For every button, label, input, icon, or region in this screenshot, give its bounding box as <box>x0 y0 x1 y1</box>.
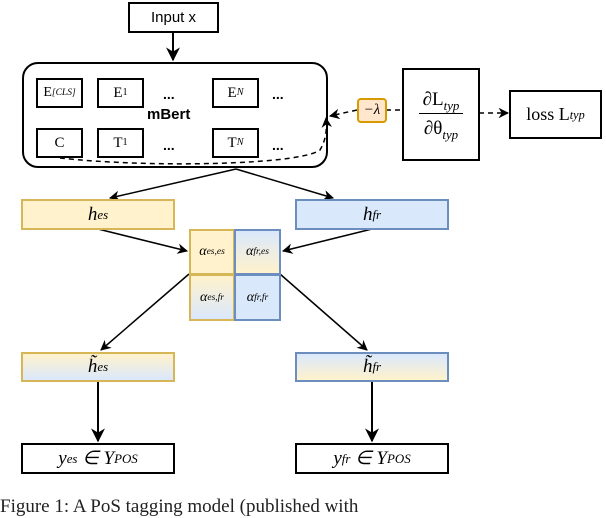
derivative-numerator: ∂Ltyp <box>418 89 464 114</box>
dashed-arrow-lambda-to-mbert <box>328 108 358 120</box>
mbert-label: mBert <box>147 106 191 123</box>
token-e-n: EN <box>212 78 259 108</box>
figure-caption: Figure 1: A PoS tagging model (published… <box>0 496 359 517</box>
output-fr-box: y fr ∈ Y POS <box>295 443 449 474</box>
attention-cell-es-fr: α es,fr <box>189 274 235 321</box>
arrow-h-fr-to-attention <box>281 228 373 254</box>
gradient-derivative-box: ∂Ltyp ∂θtyp <box>402 68 480 161</box>
ellipsis: ... <box>272 137 284 153</box>
hidden-es-box: h es <box>21 199 175 230</box>
arrow-mbert-to-h-es <box>108 168 237 201</box>
attention-cell-fr-es: α fr,es <box>234 229 281 275</box>
ellipsis: ... <box>272 86 284 102</box>
attended-fr-box: h̃ fr <box>295 352 449 382</box>
token-t-n: TN <box>212 128 259 158</box>
arrow-h-es-to-attention <box>97 228 189 254</box>
ellipsis: ... <box>163 86 175 102</box>
derivative-denominator: ∂θtyp <box>423 118 459 142</box>
attention-cell-es-es: α es,es <box>189 229 235 275</box>
hidden-fr-box: h fr <box>295 199 449 230</box>
token-e-cls: E [CLS] <box>36 78 83 108</box>
arrow-attention-to-htilde-es <box>100 273 190 351</box>
typology-loss-box: loss Ltyp <box>509 90 602 139</box>
output-es-box: y es ∈ Y POS <box>21 443 175 474</box>
attended-es-box: h̃ es <box>21 352 175 382</box>
input-label: Input x <box>150 9 197 26</box>
attention-cell-fr-fr: α fr,fr <box>234 274 281 321</box>
input-box: Input x <box>128 2 219 33</box>
ellipsis: ... <box>163 137 175 153</box>
token-c: C <box>36 128 83 158</box>
arrow-mbert-to-h-fr <box>235 168 335 201</box>
arrow-attention-to-htilde-fr <box>279 273 368 351</box>
token-t-1: T1 <box>97 128 144 158</box>
gradient-reversal-lambda-box: −λ <box>357 98 387 123</box>
token-e-1: E1 <box>97 78 144 108</box>
